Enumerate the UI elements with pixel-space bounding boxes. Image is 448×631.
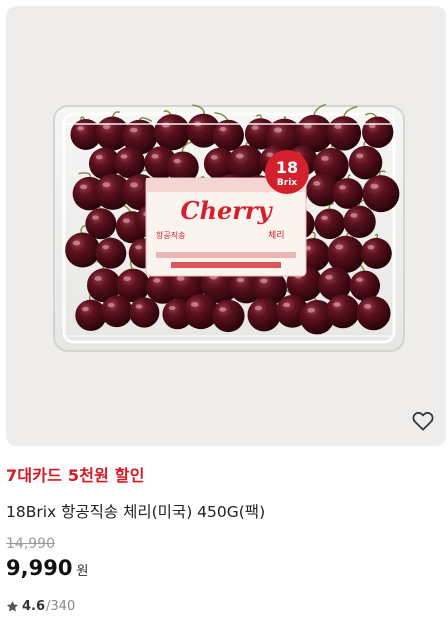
original-price: 14,990 — [6, 536, 55, 552]
promo-text: 7대카드 5천원 할인 — [6, 466, 145, 485]
svg-text:체리: 체리 — [268, 230, 285, 241]
sale-price-value: 9,990 — [6, 556, 73, 580]
rating-score: 4.6 — [22, 599, 46, 614]
svg-text:항공직송: 항공직송 — [156, 230, 185, 240]
product-card[interactable]: Cherry 체리 항공직송 18 Brix 7대카드 5천원 할인 18Bri… — [0, 0, 448, 631]
cherry-package-photo: Cherry 체리 항공직송 18 Brix — [53, 103, 405, 352]
svg-text:Cherry: Cherry — [180, 196, 273, 225]
svg-text:Brix: Brix — [277, 178, 297, 188]
review-count: /340 — [46, 599, 76, 614]
product-title[interactable]: 18Brix 항공직송 체리(미국) 450G(팩) — [6, 500, 265, 522]
rating: 4.6 /340 — [6, 599, 75, 614]
wishlist-button[interactable] — [410, 408, 436, 434]
currency-label: 원 — [76, 564, 89, 579]
star-icon — [6, 600, 19, 612]
svg-text:18: 18 — [276, 158, 298, 177]
sale-price: 9,990 원 — [6, 556, 88, 580]
heart-outline-icon — [412, 411, 434, 431]
product-image[interactable]: Cherry 체리 항공직송 18 Brix — [6, 6, 446, 446]
